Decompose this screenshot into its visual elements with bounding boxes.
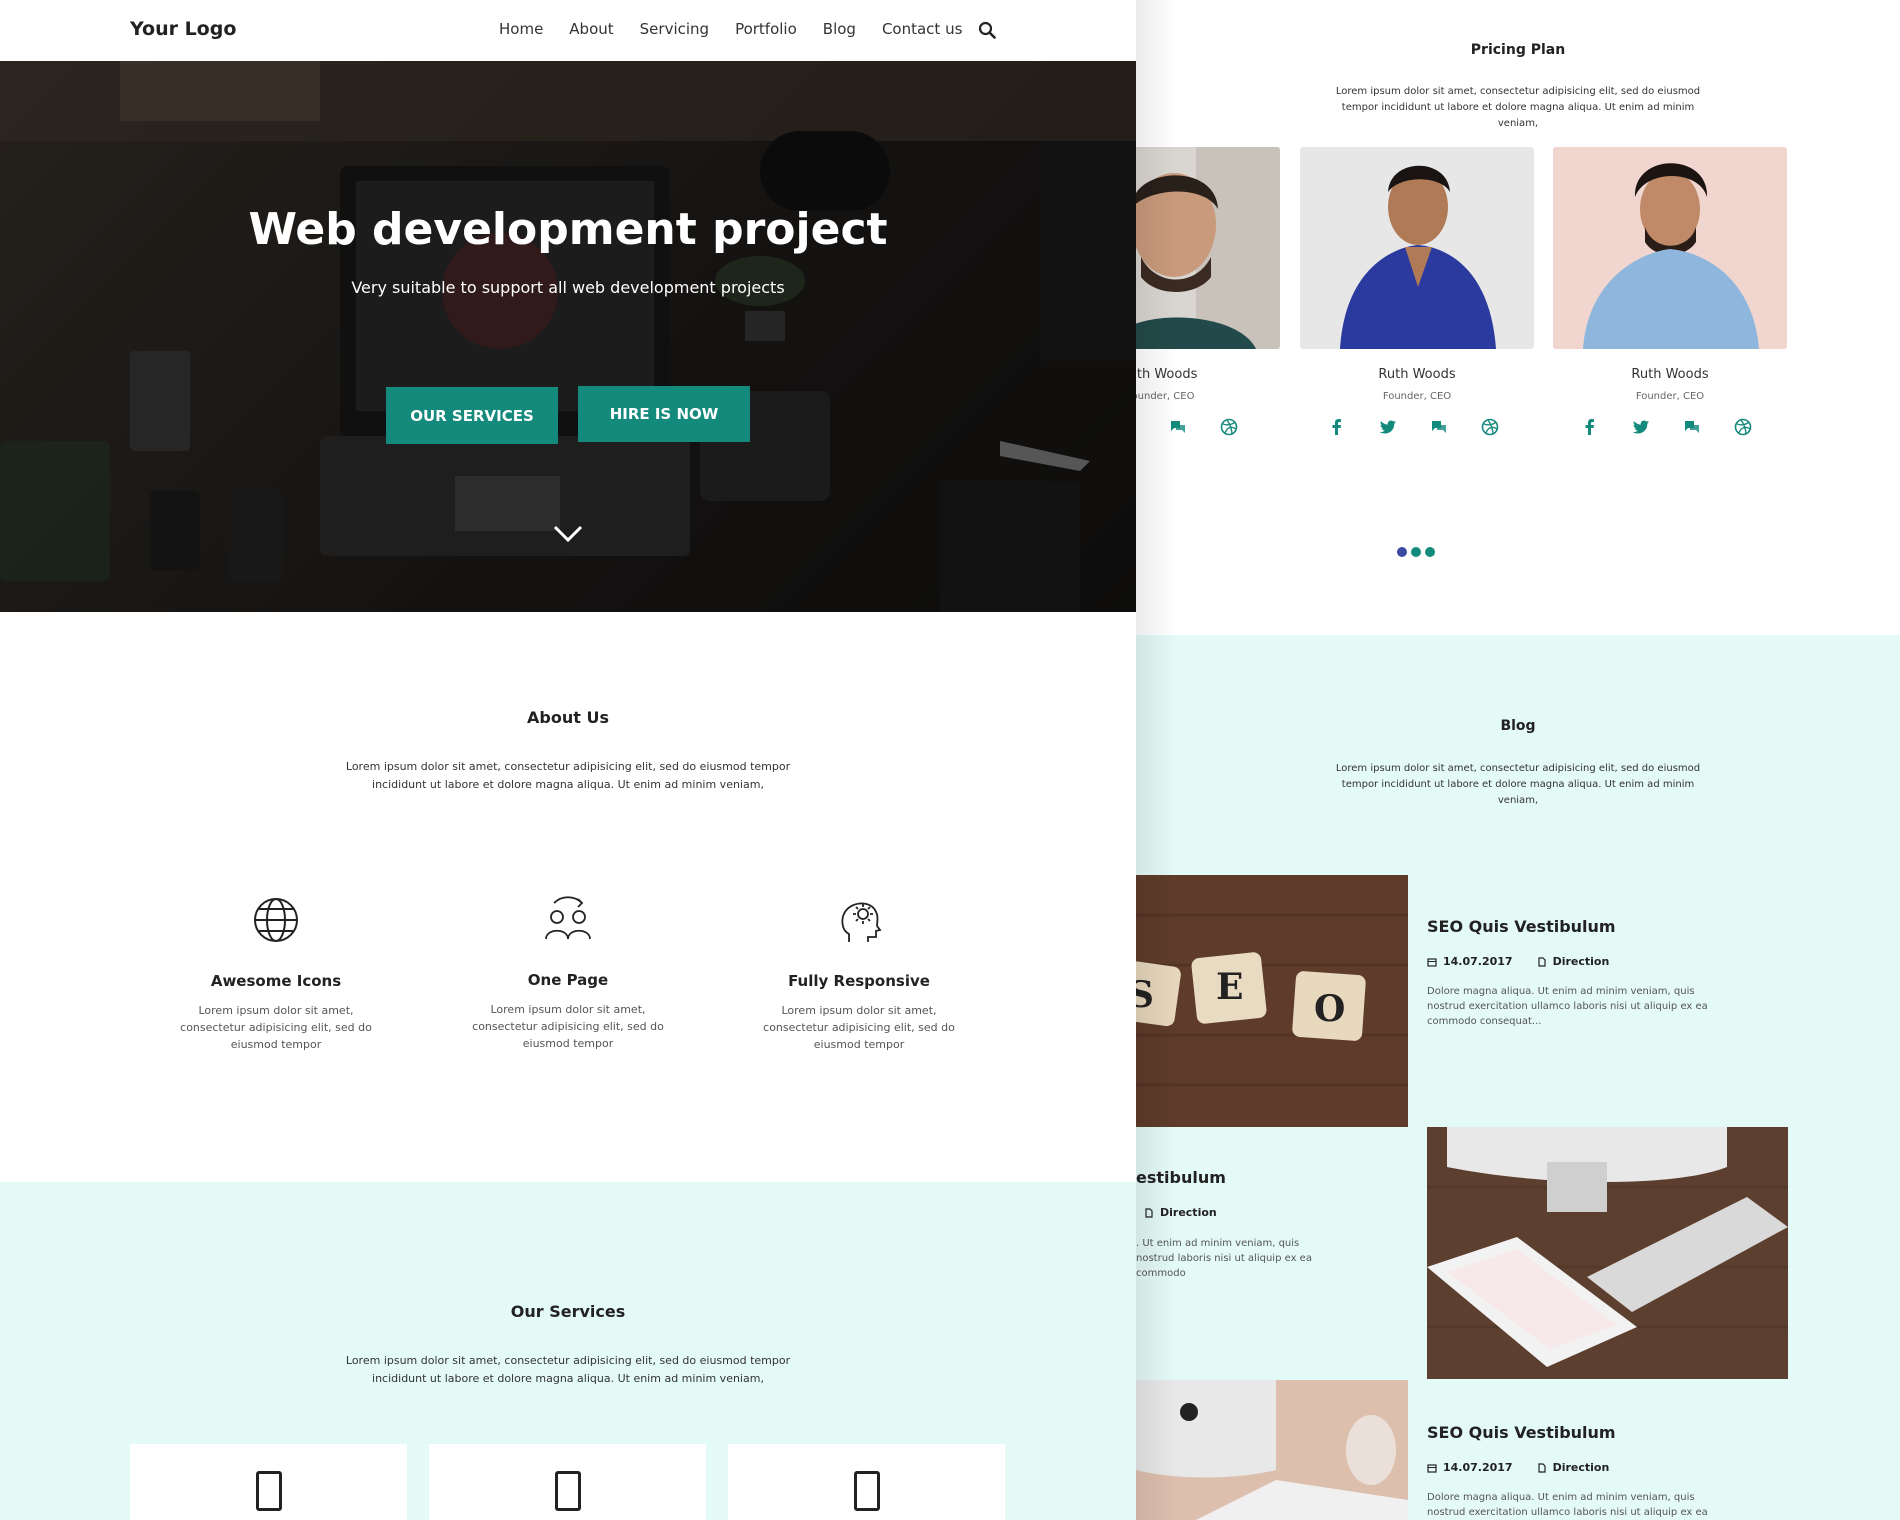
mobile-icon — [854, 1471, 880, 1511]
blog-image-imac[interactable] — [1136, 1380, 1408, 1520]
pricing-text: Lorem ipsum dolor sit amet, consectetur … — [1335, 86, 1701, 129]
team-photo — [1553, 147, 1787, 349]
blog-post-excerpt: . Ut enim ad minim veniam, quis nostrud … — [1136, 1238, 1312, 1279]
carousel-dot-active[interactable] — [1397, 547, 1407, 557]
mobile-icon — [256, 1471, 282, 1511]
services-section: Our Services Lorem ipsum dolor sit amet,… — [0, 1182, 1136, 1520]
carousel-dot[interactable] — [1425, 547, 1435, 557]
document-icon — [1537, 1462, 1546, 1473]
blog-post-title[interactable]: estibulum — [1136, 1168, 1226, 1187]
team-photo — [1300, 147, 1534, 349]
carousel-dot[interactable] — [1411, 547, 1421, 557]
pricing-section: Pricing Plan Lorem ipsum dolor sit amet,… — [1136, 0, 1900, 635]
document-icon — [1145, 1207, 1153, 1218]
blog-post-meta: 14.07.2017 Direction — [1427, 955, 1609, 968]
nav-links: Home About Servicing Portfolio Blog Cont… — [499, 20, 962, 38]
calendar-icon — [1427, 1463, 1437, 1473]
nav-blog[interactable]: Blog — [823, 20, 856, 38]
blog-title: Blog — [1500, 718, 1536, 734]
twitter-icon[interactable] — [1632, 418, 1650, 436]
blog-post-category[interactable]: Direction — [1553, 955, 1610, 968]
feature-text: Lorem ipsum dolor sit amet, consectetur … — [180, 1004, 372, 1051]
services-title: Our Services — [510, 1302, 626, 1321]
blog-text: Lorem ipsum dolor sit amet, consectetur … — [1335, 763, 1701, 806]
blog-post-category[interactable]: Direction — [1553, 1461, 1610, 1474]
tile-letter: O — [1314, 988, 1345, 1030]
blog-post-category[interactable]: Direction — [1160, 1206, 1217, 1219]
facebook-icon[interactable] — [1328, 418, 1346, 436]
nav-portfolio[interactable]: Portfolio — [735, 20, 797, 38]
dribbble-icon[interactable] — [1481, 418, 1499, 436]
chat-icon[interactable] — [1683, 418, 1701, 436]
hire-now-button[interactable]: HIRE IS NOW — [578, 386, 750, 442]
service-card[interactable] — [130, 1444, 407, 1520]
team-name: Ruth Woods — [1378, 367, 1456, 382]
team-role: ounder, CEO — [1136, 391, 1195, 402]
feature-awesome-icons: Awesome Icons Lorem ipsum dolor sit amet… — [166, 896, 386, 1053]
chat-icon[interactable] — [1430, 418, 1448, 436]
carousel-dots — [1397, 547, 1435, 557]
blog-post-meta: 14.07.2017 Direction — [1427, 1461, 1609, 1474]
chevron-down-icon[interactable] — [552, 524, 584, 544]
about-section: About Us Lorem ipsum dolor sit amet, con… — [0, 612, 1136, 1182]
document-icon — [1537, 956, 1546, 967]
dribbble-icon[interactable] — [1220, 418, 1238, 436]
landing-page-left: Your Logo Home About Servicing Portfolio… — [0, 0, 1136, 1520]
team-role: Founder, CEO — [1635, 391, 1705, 402]
hero-subtitle: Very suitable to support all web develop… — [351, 278, 785, 297]
our-services-button[interactable]: OUR SERVICES — [386, 387, 558, 444]
feature-fully-responsive: Fully Responsive Lorem ipsum dolor sit a… — [749, 896, 969, 1053]
hero-banner: Web development project Very suitable to… — [0, 61, 1136, 612]
feature-title: Awesome Icons — [210, 972, 342, 990]
about-text: Lorem ipsum dolor sit amet, consectetur … — [345, 760, 791, 791]
services-text: Lorem ipsum dolor sit amet, consectetur … — [345, 1354, 791, 1385]
search-icon[interactable] — [978, 21, 996, 39]
blog-post-date: 14.07.2017 — [1443, 955, 1513, 968]
blog-post-date: 14.07.2017 — [1443, 1461, 1513, 1474]
nav-servicing[interactable]: Servicing — [640, 20, 709, 38]
feature-title: Fully Responsive — [788, 972, 930, 990]
blog-post-title[interactable]: SEO Quis Vestibulum — [1427, 1423, 1616, 1442]
tile-letter: S — [1136, 974, 1154, 1016]
users-sync-icon — [545, 896, 591, 940]
logo[interactable]: Your Logo — [130, 18, 236, 40]
blog-image-keyboard[interactable] — [1427, 1127, 1788, 1379]
blog-image-seo[interactable]: S E O — [1136, 875, 1408, 1127]
facebook-icon[interactable] — [1581, 418, 1599, 436]
nav-home[interactable]: Home — [499, 20, 543, 38]
pricing-title: Pricing Plan — [1470, 42, 1566, 58]
calendar-icon — [1427, 957, 1437, 967]
dribbble-icon[interactable] — [1734, 418, 1752, 436]
chat-icon[interactable] — [1169, 418, 1187, 436]
blog-post-excerpt: Dolore magna aliqua. Ut enim ad minim ve… — [1427, 1492, 1708, 1518]
service-card[interactable] — [429, 1444, 706, 1520]
about-title: About Us — [527, 708, 609, 727]
twitter-icon[interactable] — [1379, 418, 1397, 436]
hero-title: Web development project — [248, 204, 888, 255]
feature-text: Lorem ipsum dolor sit amet, consectetur … — [472, 1003, 664, 1050]
globe-icon — [254, 898, 298, 942]
social-links — [1581, 418, 1752, 436]
blog-section: Blog Lorem ipsum dolor sit amet, consect… — [1136, 635, 1900, 1520]
service-card[interactable] — [728, 1444, 1005, 1520]
feature-title: One Page — [527, 971, 609, 989]
team-name: uth Woods — [1136, 367, 1198, 382]
team-name: Ruth Woods — [1631, 367, 1709, 382]
feature-text: Lorem ipsum dolor sit amet, consectetur … — [763, 1004, 955, 1051]
nav-contact[interactable]: Contact us — [882, 20, 962, 38]
blog-post-meta: Direction — [1144, 1206, 1217, 1219]
nav-about[interactable]: About — [569, 20, 613, 38]
social-links — [1169, 418, 1238, 436]
navbar: Your Logo Home About Servicing Portfolio… — [0, 0, 1136, 61]
head-gear-icon — [841, 902, 882, 942]
mobile-icon — [555, 1471, 581, 1511]
blog-post-excerpt: Dolore magna aliqua. Ut enim ad minim ve… — [1427, 986, 1708, 1027]
social-links — [1328, 418, 1499, 436]
blog-post-title[interactable]: SEO Quis Vestibulum — [1427, 917, 1616, 936]
tile-letter: E — [1216, 966, 1243, 1008]
team-photo — [1136, 147, 1280, 349]
feature-one-page: One Page Lorem ipsum dolor sit amet, con… — [458, 895, 678, 1052]
landing-page-right: Pricing Plan Lorem ipsum dolor sit amet,… — [1136, 0, 1900, 1520]
team-role: Founder, CEO — [1382, 391, 1452, 402]
